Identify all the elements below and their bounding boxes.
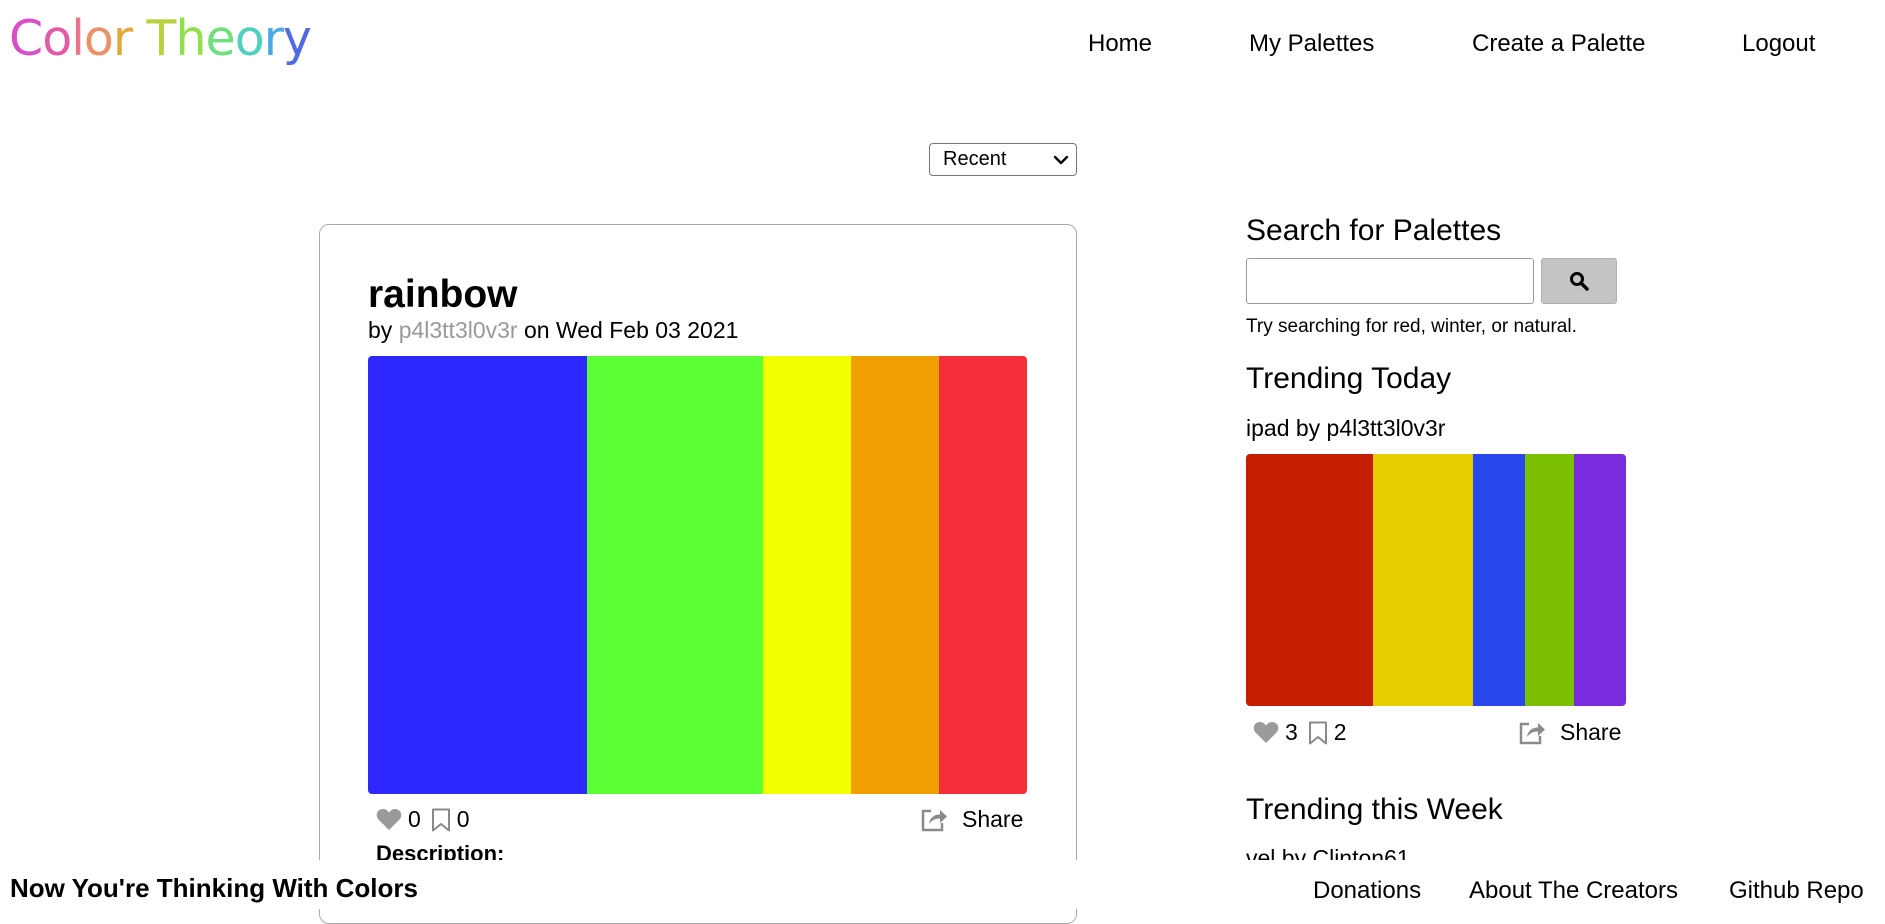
footer-github-link[interactable]: Github Repo <box>1729 877 1864 905</box>
trending-today-palette-name[interactable]: ipad by p4l3tt3l0v3r <box>1246 415 1445 442</box>
trending-today-share-button[interactable]: Share <box>1518 719 1621 746</box>
bookmark-icon[interactable] <box>1308 721 1328 745</box>
palette-by-label: by <box>368 317 393 343</box>
trending-today-swatches[interactable] <box>1246 454 1626 706</box>
search-button[interactable] <box>1541 258 1617 304</box>
footer-donations-link[interactable]: Donations <box>1313 877 1421 905</box>
footer: Now You're Thinking With Colors Donation… <box>0 860 1885 909</box>
palette-meta: by p4l3tt3l0v3r on Wed Feb 03 2021 <box>368 317 738 344</box>
share-button[interactable]: Share <box>920 806 1023 833</box>
chevron-down-icon <box>1053 155 1069 164</box>
palette-stats: 0 0 <box>376 806 470 833</box>
like-count: 3 <box>1285 719 1298 745</box>
search-icon <box>1570 272 1589 291</box>
logo-letter: y <box>282 10 312 67</box>
search-hint: Try searching for red, winter, or natura… <box>1246 316 1577 337</box>
nav-my-palettes-link[interactable]: My Palettes <box>1249 30 1374 58</box>
nav-logout-link[interactable]: Logout <box>1742 30 1815 58</box>
palette-date: on Wed Feb 03 2021 <box>524 317 739 343</box>
color-swatch[interactable] <box>1574 454 1626 706</box>
trending-week-heading: Trending this Week <box>1246 793 1503 826</box>
logo-letter: o <box>83 10 114 67</box>
logo-letter: l <box>71 10 85 67</box>
color-swatch[interactable] <box>1246 454 1373 706</box>
sort-select[interactable]: Recent <box>929 143 1077 176</box>
nav-home-link[interactable]: Home <box>1088 30 1152 58</box>
logo-letter: o <box>42 10 72 67</box>
logo-letter: o <box>234 10 265 67</box>
bookmark-icon[interactable] <box>431 808 451 832</box>
logo-letter: r <box>112 10 133 67</box>
search-input[interactable] <box>1246 258 1534 304</box>
trending-today-stats: 3 2 <box>1253 719 1347 746</box>
like-count: 0 <box>408 806 421 832</box>
site-logo[interactable]: Color Theory <box>9 10 312 67</box>
share-label: Share <box>962 806 1024 832</box>
nav-create-palette-link[interactable]: Create a Palette <box>1472 30 1645 58</box>
footer-tagline: Now You're Thinking With Colors <box>10 873 418 903</box>
logo-letter <box>132 14 147 63</box>
heart-icon[interactable] <box>376 808 402 831</box>
logo-letter: C <box>9 10 43 67</box>
share-label: Share <box>1560 719 1622 745</box>
logo-letter: r <box>263 10 284 67</box>
color-swatch[interactable] <box>1472 454 1525 706</box>
logo-letter: h <box>175 10 206 67</box>
save-count: 2 <box>1333 719 1347 745</box>
footer-about-link[interactable]: About The Creators <box>1469 877 1678 905</box>
color-swatch[interactable] <box>939 356 1027 794</box>
palette-author-link[interactable]: p4l3tt3l0v3r <box>399 317 518 343</box>
color-swatch[interactable] <box>1524 454 1575 706</box>
share-icon <box>1519 722 1545 744</box>
heart-icon[interactable] <box>1253 721 1279 744</box>
color-swatch[interactable] <box>763 356 852 794</box>
save-count: 0 <box>456 806 470 832</box>
logo-letter: e <box>205 10 236 67</box>
color-swatch[interactable] <box>851 356 940 794</box>
color-swatch[interactable] <box>368 356 588 794</box>
share-icon <box>921 809 947 831</box>
trending-today-heading: Trending Today <box>1246 362 1452 395</box>
color-swatch[interactable] <box>1372 454 1473 706</box>
palette-title: rainbow <box>368 273 518 316</box>
search-heading: Search for Palettes <box>1246 214 1502 247</box>
color-swatch[interactable] <box>587 356 764 794</box>
palette-swatches[interactable] <box>368 356 1027 794</box>
sort-select-value: Recent <box>943 148 1007 170</box>
logo-letter: T <box>146 10 177 67</box>
